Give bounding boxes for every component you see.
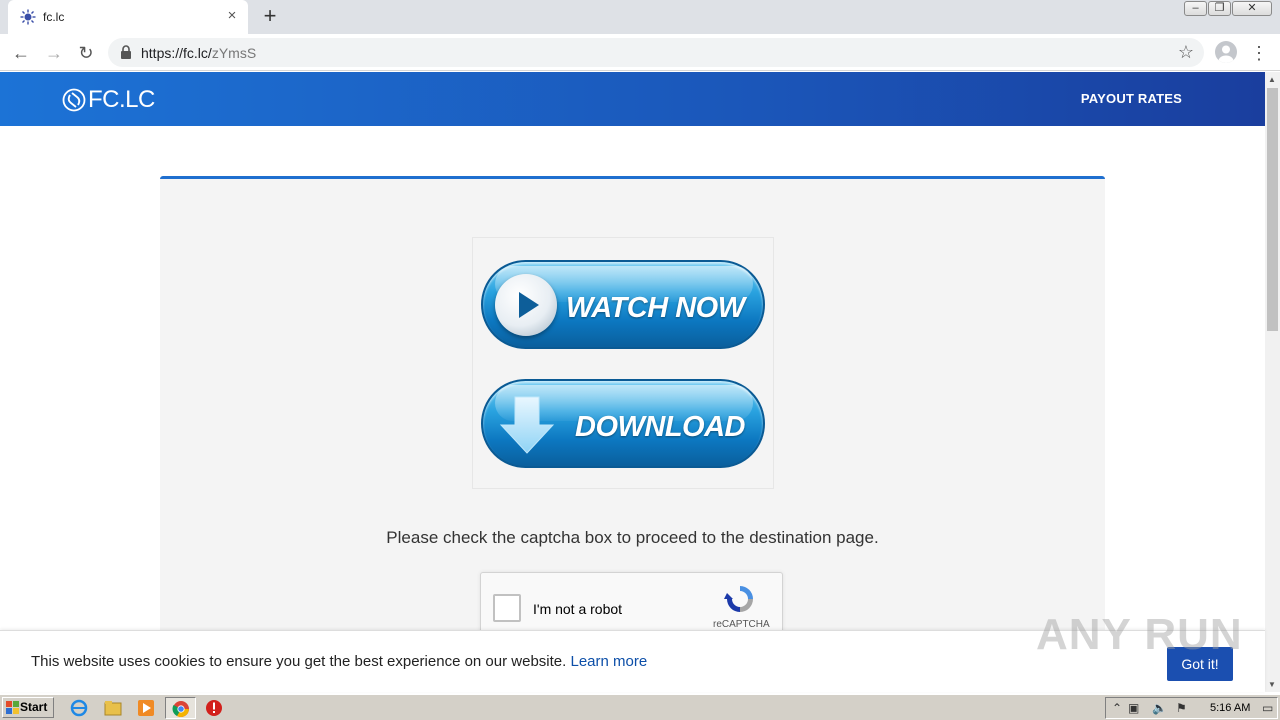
address-bar[interactable]: https://fc.lc/zYmsS ☆ [108, 38, 1204, 67]
start-label: Start [20, 700, 48, 714]
site-favicon-icon [20, 9, 36, 25]
browser-toolbar: ← → ↻ https://fc.lc/zYmsS ☆ ⋮ [0, 34, 1280, 71]
tray-expand-icon[interactable]: ⌃ [1112, 701, 1122, 715]
url-host: https://fc.lc/ [141, 45, 212, 61]
play-icon [495, 274, 557, 336]
tab-close-icon[interactable]: × [224, 8, 240, 24]
network-icon[interactable]: ▣ [1128, 701, 1139, 715]
chrome-icon [172, 701, 189, 718]
nav-payout-rates[interactable]: PAYOUT RATES [1081, 91, 1182, 106]
play-triangle-icon [519, 292, 539, 318]
captcha-instructions: Please check the captcha box to proceed … [386, 528, 879, 547]
forward-icon[interactable]: → [41, 40, 67, 66]
captcha-label: I'm not a robot [533, 601, 623, 617]
cookie-message: This website uses cookies to ensure you … [31, 653, 647, 670]
watch-now-button[interactable]: WATCH NOW [481, 260, 765, 349]
reload-icon[interactable]: ↻ [73, 40, 99, 66]
profile-avatar-icon[interactable] [1215, 41, 1237, 63]
content-card: WATCH NOW DOWNLOAD Please check the capt… [160, 176, 1105, 692]
recaptcha-brand: reCAPTCHA [713, 619, 770, 630]
browser-menu-icon[interactable]: ⋮ [1249, 40, 1269, 66]
logo-text: FC.LC [88, 86, 155, 113]
scrollbar-thumb[interactable] [1267, 88, 1278, 331]
restore-icon[interactable]: ❐ [1208, 1, 1231, 16]
browser-tab[interactable]: fc.lc × [8, 0, 248, 34]
taskbar-chrome-button[interactable] [165, 697, 196, 719]
new-tab-button[interactable]: + [259, 5, 281, 28]
internet-explorer-icon[interactable] [70, 699, 88, 717]
download-button[interactable]: DOWNLOAD [481, 379, 765, 468]
download-label: DOWNLOAD [575, 411, 745, 443]
tab-title: fc.lc [43, 10, 65, 24]
media-player-icon[interactable] [137, 699, 155, 717]
site-header: FC.LC PAYOUT RATES [0, 72, 1265, 126]
captcha-checkbox[interactable] [493, 594, 521, 622]
recaptcha-logo-icon [724, 586, 753, 612]
windows-logo-icon [6, 701, 19, 714]
cookie-text: This website uses cookies to ensure you … [31, 653, 567, 670]
minimize-icon[interactable]: – [1184, 1, 1207, 16]
close-icon[interactable]: ✕ [1232, 1, 1272, 16]
show-desktop-icon[interactable]: ▭ [1262, 701, 1273, 715]
bookmark-star-icon[interactable]: ☆ [1178, 42, 1194, 63]
page-scrollbar[interactable]: ▲ ▼ [1265, 72, 1280, 692]
anyrun-watermark: ANY RUN [1036, 610, 1243, 659]
site-logo[interactable]: FC.LC [62, 86, 155, 113]
page-viewport: FC.LC PAYOUT RATES WATCH NOW DOWNLOAD Pl… [0, 72, 1280, 692]
taskbar-clock[interactable]: 5:16 AM [1210, 702, 1250, 714]
volume-icon[interactable]: 🔈 [1152, 701, 1167, 715]
url-path: zYmsS [211, 45, 257, 61]
scroll-down-icon[interactable]: ▼ [1268, 680, 1276, 689]
security-alert-icon[interactable] [205, 699, 223, 717]
scroll-up-icon[interactable]: ▲ [1268, 75, 1276, 84]
taskbar: Start ⌃ ▣ 🔈 ⚑ 5:16 AM ▭ [0, 694, 1280, 720]
lock-icon [121, 45, 131, 59]
avatar-silhouette-icon [1218, 45, 1234, 63]
logo-mark-icon [62, 88, 86, 112]
ad-banner[interactable]: WATCH NOW DOWNLOAD [472, 237, 774, 489]
file-explorer-icon[interactable] [104, 699, 122, 717]
browser-tab-strip: fc.lc × + – ❐ ✕ [0, 0, 1280, 34]
watch-now-label: WATCH NOW [566, 292, 745, 324]
back-icon[interactable]: ← [8, 40, 34, 66]
download-arrow-icon [499, 396, 555, 454]
learn-more-link[interactable]: Learn more [570, 653, 647, 670]
url-text: https://fc.lc/zYmsS [141, 45, 256, 61]
system-tray: ⌃ ▣ 🔈 ⚑ 5:16 AM ▭ [1105, 697, 1278, 719]
start-button[interactable]: Start [2, 697, 54, 718]
action-center-flag-icon[interactable]: ⚑ [1176, 701, 1187, 715]
